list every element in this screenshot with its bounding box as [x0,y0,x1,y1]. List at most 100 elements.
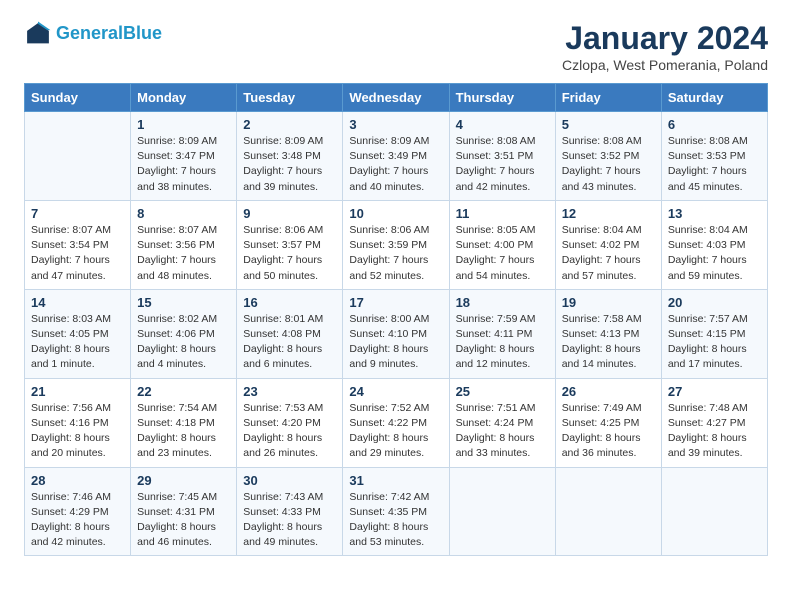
calendar-cell: 17 Sunrise: 8:00 AMSunset: 4:10 PMDayligh… [343,289,449,378]
month-title: January 2024 [562,20,768,57]
cell-content: Sunrise: 7:52 AMSunset: 4:22 PMDaylight:… [349,402,429,460]
calendar-week-row: 14Sunrise: 8:03 AMSunset: 4:05 PMDayligh… [25,289,768,378]
calendar-cell: 5Sunrise: 8:08 AMSunset: 3:52 PMDaylight… [555,112,661,201]
calendar-cell: 23 Sunrise: 7:53 AMSunset: 4:20 PMDayligh… [237,378,343,467]
calendar-header-row: SundayMondayTuesdayWednesdayThursdayFrid… [25,84,768,112]
location: Czlopa, West Pomerania, Poland [562,57,768,73]
cell-content: Sunrise: 8:00 AMSunset: 4:10 PMDaylight:… [349,313,429,371]
logo-line2: Blue [123,23,162,43]
day-number: 15 [137,295,230,310]
calendar-cell: 15 Sunrise: 8:02 AMSunset: 4:06 PMDayligh… [131,289,237,378]
calendar-cell: 1 Sunrise: 8:09 AMSunset: 3:47 PMDaylight… [131,112,237,201]
calendar-cell: 26 Sunrise: 7:49 AMSunset: 4:25 PMDayligh… [555,378,661,467]
logo-icon [24,20,52,48]
cell-content: Sunrise: 8:08 AMSunset: 3:51 PMDaylight:… [456,135,536,193]
logo: GeneralBlue [24,20,162,48]
calendar-cell: 3 Sunrise: 8:09 AMSunset: 3:49 PMDaylight… [343,112,449,201]
cell-content: Sunrise: 8:02 AMSunset: 4:06 PMDaylight:… [137,313,217,371]
calendar-cell: 19Sunrise: 7:58 AMSunset: 4:13 PMDayligh… [555,289,661,378]
day-number: 16 [243,295,336,310]
title-block: January 2024 Czlopa, West Pomerania, Pol… [562,20,768,73]
calendar-week-row: 7Sunrise: 8:07 AMSunset: 3:54 PMDaylight… [25,200,768,289]
cell-content: Sunrise: 8:09 AMSunset: 3:49 PMDaylight:… [349,135,429,193]
cell-content: Sunrise: 8:08 AMSunset: 3:52 PMDaylight:… [562,135,642,193]
day-number: 2 [243,117,336,132]
calendar-cell: 24 Sunrise: 7:52 AMSunset: 4:22 PMDayligh… [343,378,449,467]
day-number: 13 [668,206,761,221]
calendar-cell: 30 Sunrise: 7:43 AMSunset: 4:33 PMDayligh… [237,467,343,556]
calendar-cell: 29 Sunrise: 7:45 AMSunset: 4:31 PMDayligh… [131,467,237,556]
cell-content: Sunrise: 7:42 AMSunset: 4:35 PMDaylight:… [349,491,429,549]
cell-content: Sunrise: 8:09 AMSunset: 3:48 PMDaylight:… [243,135,323,193]
calendar-cell: 4Sunrise: 8:08 AMSunset: 3:51 PMDaylight… [449,112,555,201]
logo-line1: General [56,23,123,43]
cell-content: Sunrise: 7:49 AMSunset: 4:25 PMDaylight:… [562,402,642,460]
header-thursday: Thursday [449,84,555,112]
cell-content: Sunrise: 8:06 AMSunset: 3:57 PMDaylight:… [243,224,323,282]
cell-content: Sunrise: 7:56 AMSunset: 4:16 PMDaylight:… [31,402,111,460]
cell-content: Sunrise: 8:04 AMSunset: 4:02 PMDaylight:… [562,224,642,282]
day-number: 6 [668,117,761,132]
header-friday: Friday [555,84,661,112]
calendar-cell: 27Sunrise: 7:48 AMSunset: 4:27 PMDayligh… [661,378,767,467]
calendar-cell: 2 Sunrise: 8:09 AMSunset: 3:48 PMDaylight… [237,112,343,201]
calendar-cell: 9Sunrise: 8:06 AMSunset: 3:57 PMDaylight… [237,200,343,289]
day-number: 17 [349,295,442,310]
header-saturday: Saturday [661,84,767,112]
day-number: 25 [456,384,549,399]
day-number: 24 [349,384,442,399]
day-number: 10 [349,206,442,221]
cell-content: Sunrise: 7:45 AMSunset: 4:31 PMDaylight:… [137,491,217,549]
calendar-week-row: 21 Sunrise: 7:56 AMSunset: 4:16 PMDayligh… [25,378,768,467]
cell-content: Sunrise: 8:04 AMSunset: 4:03 PMDaylight:… [668,224,748,282]
day-number: 21 [31,384,124,399]
logo-text: GeneralBlue [56,24,162,44]
day-number: 20 [668,295,761,310]
calendar-cell: 20 Sunrise: 7:57 AMSunset: 4:15 PMDayligh… [661,289,767,378]
day-number: 23 [243,384,336,399]
calendar-cell: 11 Sunrise: 8:05 AMSunset: 4:00 PMDayligh… [449,200,555,289]
calendar-cell: 7Sunrise: 8:07 AMSunset: 3:54 PMDaylight… [25,200,131,289]
cell-content: Sunrise: 8:09 AMSunset: 3:47 PMDaylight:… [137,135,217,193]
day-number: 31 [349,473,442,488]
day-number: 7 [31,206,124,221]
cell-content: Sunrise: 7:43 AMSunset: 4:33 PMDaylight:… [243,491,323,549]
header-sunday: Sunday [25,84,131,112]
cell-content: Sunrise: 7:58 AMSunset: 4:13 PMDaylight:… [562,313,642,371]
cell-content: Sunrise: 8:05 AMSunset: 4:00 PMDaylight:… [456,224,536,282]
day-number: 27 [668,384,761,399]
day-number: 28 [31,473,124,488]
day-number: 29 [137,473,230,488]
day-number: 8 [137,206,230,221]
cell-content: Sunrise: 8:08 AMSunset: 3:53 PMDaylight:… [668,135,748,193]
calendar-cell: 18Sunrise: 7:59 AMSunset: 4:11 PMDayligh… [449,289,555,378]
calendar-cell: 12 Sunrise: 8:04 AMSunset: 4:02 PMDayligh… [555,200,661,289]
calendar-cell: 31 Sunrise: 7:42 AMSunset: 4:35 PMDayligh… [343,467,449,556]
day-number: 1 [137,117,230,132]
calendar-week-row: 28 Sunrise: 7:46 AMSunset: 4:29 PMDayligh… [25,467,768,556]
cell-content: Sunrise: 8:03 AMSunset: 4:05 PMDaylight:… [31,313,111,371]
calendar-cell: 16 Sunrise: 8:01 AMSunset: 4:08 PMDayligh… [237,289,343,378]
calendar-cell: 22 Sunrise: 7:54 AMSunset: 4:18 PMDayligh… [131,378,237,467]
calendar-cell [555,467,661,556]
day-number: 26 [562,384,655,399]
cell-content: Sunrise: 7:53 AMSunset: 4:20 PMDaylight:… [243,402,323,460]
page-header: GeneralBlue January 2024 Czlopa, West Po… [24,20,768,73]
cell-content: Sunrise: 7:46 AMSunset: 4:29 PMDaylight:… [31,491,111,549]
cell-content: Sunrise: 8:07 AMSunset: 3:56 PMDaylight:… [137,224,217,282]
calendar-cell: 28 Sunrise: 7:46 AMSunset: 4:29 PMDayligh… [25,467,131,556]
cell-content: Sunrise: 7:51 AMSunset: 4:24 PMDaylight:… [456,402,536,460]
day-number: 11 [456,206,549,221]
day-number: 30 [243,473,336,488]
cell-content: Sunrise: 8:01 AMSunset: 4:08 PMDaylight:… [243,313,323,371]
calendar-cell: 8 Sunrise: 8:07 AMSunset: 3:56 PMDaylight… [131,200,237,289]
cell-content: Sunrise: 7:57 AMSunset: 4:15 PMDaylight:… [668,313,748,371]
calendar-cell: 13 Sunrise: 8:04 AMSunset: 4:03 PMDayligh… [661,200,767,289]
day-number: 22 [137,384,230,399]
calendar-cell [661,467,767,556]
cell-content: Sunrise: 8:06 AMSunset: 3:59 PMDaylight:… [349,224,429,282]
cell-content: Sunrise: 7:54 AMSunset: 4:18 PMDaylight:… [137,402,217,460]
day-number: 12 [562,206,655,221]
calendar-week-row: 1 Sunrise: 8:09 AMSunset: 3:47 PMDaylight… [25,112,768,201]
day-number: 3 [349,117,442,132]
